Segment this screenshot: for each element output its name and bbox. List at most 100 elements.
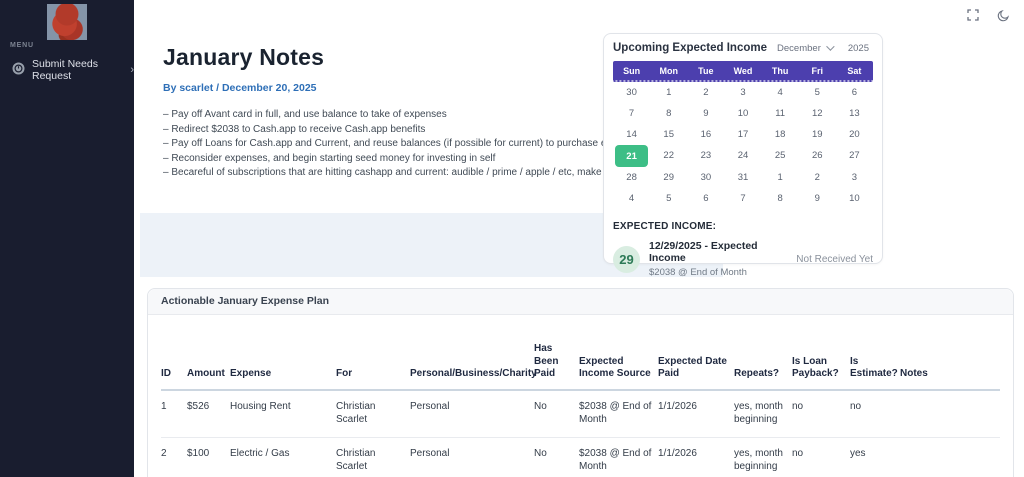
calendar-day[interactable]: 16 <box>687 124 724 145</box>
calendar-day[interactable]: 4 <box>613 188 650 209</box>
upcoming-income-widget: Upcoming Expected Income December 2025 S… <box>603 33 883 264</box>
table-cell: yes, month beginning <box>734 390 792 438</box>
calendar-day[interactable]: 27 <box>836 145 873 166</box>
calendar-day[interactable]: 2 <box>687 82 724 103</box>
column-header: Expected Date Paid <box>658 315 734 390</box>
calendar-day[interactable]: 8 <box>762 188 799 209</box>
menu-label: MENU <box>10 42 34 49</box>
calendar-day[interactable]: 7 <box>613 103 650 124</box>
calendar-day[interactable]: 13 <box>836 103 873 124</box>
table-cell: no <box>792 390 850 438</box>
table-cell: $100 <box>187 437 230 477</box>
calendar-day[interactable]: 20 <box>836 124 873 145</box>
calendar-day[interactable]: 8 <box>650 103 687 124</box>
table-cell: No <box>534 390 579 438</box>
column-header: Is Estimate? <box>850 315 900 390</box>
income-amount: $2038 @ End of Month <box>649 267 796 278</box>
table-cell: Electric / Gas <box>230 437 336 477</box>
chevron-right-icon: › <box>130 64 134 76</box>
calendar-day[interactable]: 3 <box>836 167 873 188</box>
calendar-day[interactable]: 24 <box>724 145 761 166</box>
sidebar: MENU Submit Needs Request › <box>0 0 134 477</box>
calendar-day[interactable]: 14 <box>613 124 650 145</box>
sidebar-item-submit-needs-request[interactable]: Submit Needs Request › <box>0 60 134 80</box>
topbar-actions <box>967 9 1010 22</box>
fullscreen-icon[interactable] <box>967 9 979 22</box>
expected-income-item[interactable]: 29 12/29/2025 - Expected Income $2038 @ … <box>613 240 873 278</box>
column-header: Repeats? <box>734 315 792 390</box>
calendar-title: Upcoming Expected Income <box>613 42 777 54</box>
day-header-mon: Mon <box>650 66 687 76</box>
expense-plan-body: IDAmountExpenseForPersonal/Business/Char… <box>148 315 1013 477</box>
calendar-day[interactable]: 11 <box>762 103 799 124</box>
calendar-day[interactable]: 28 <box>613 167 650 188</box>
calendar-day[interactable]: 5 <box>799 82 836 103</box>
column-header: Is Loan Payback? <box>792 315 850 390</box>
dark-mode-moon-icon[interactable] <box>997 9 1010 22</box>
calendar-day[interactable]: 9 <box>687 103 724 124</box>
chevron-down-icon <box>826 42 834 50</box>
calendar-day[interactable]: 17 <box>724 124 761 145</box>
sidebar-item-label: Submit Needs Request <box>32 58 119 82</box>
table-cell: yes, month beginning <box>734 437 792 477</box>
table-cell: 1 <box>161 390 187 438</box>
calendar-day[interactable]: 1 <box>762 167 799 188</box>
table-cell: no <box>792 437 850 477</box>
calendar-day[interactable]: 3 <box>724 82 761 103</box>
calendar-day[interactable]: 25 <box>762 145 799 166</box>
calendar-header: Upcoming Expected Income December 2025 <box>613 42 873 54</box>
table-header-row: IDAmountExpenseForPersonal/Business/Char… <box>161 315 1000 390</box>
calendar-day[interactable]: 18 <box>762 124 799 145</box>
table-cell: 1/1/2026 <box>658 390 734 438</box>
table-cell: $2038 @ End of Month <box>579 390 658 438</box>
calendar-day[interactable]: 4 <box>762 82 799 103</box>
table-row: 1$526Housing RentChristian ScarletPerson… <box>161 390 1000 438</box>
calendar-day[interactable]: 7 <box>724 188 761 209</box>
calendar-day[interactable]: 31 <box>724 167 761 188</box>
calendar-day[interactable]: 6 <box>836 82 873 103</box>
calendar-day[interactable]: 1 <box>650 82 687 103</box>
expense-plan-card: Actionable January Expense Plan IDAmount… <box>147 288 1014 477</box>
calendar-day[interactable]: 6 <box>687 188 724 209</box>
column-header: Amount <box>187 315 230 390</box>
calendar-day[interactable]: 21 <box>615 145 648 167</box>
calendar-grid: 3012345678910111213141516171819202122232… <box>613 82 873 209</box>
calendar-day[interactable]: 19 <box>799 124 836 145</box>
table-row: 2$100Electric / GasChristian ScarletPers… <box>161 437 1000 477</box>
table-cell: Christian Scarlet <box>336 390 410 438</box>
column-header: Expense <box>230 315 336 390</box>
income-day-badge: 29 <box>613 246 640 273</box>
needs-request-icon <box>12 62 25 78</box>
income-details: 12/29/2025 - Expected Income $2038 @ End… <box>649 240 796 278</box>
calendar-day[interactable]: 15 <box>650 124 687 145</box>
day-header-tue: Tue <box>687 66 724 76</box>
calendar-day[interactable]: 10 <box>836 188 873 209</box>
month-select[interactable]: December <box>777 43 832 54</box>
table-cell: $526 <box>187 390 230 438</box>
calendar-day[interactable]: 29 <box>650 167 687 188</box>
column-header: For <box>336 315 410 390</box>
calendar-day[interactable]: 9 <box>799 188 836 209</box>
calendar-day[interactable]: 5 <box>650 188 687 209</box>
table-cell: Personal <box>410 437 534 477</box>
month-select-value: December <box>777 43 821 54</box>
expense-plan-title: Actionable January Expense Plan <box>148 289 1013 315</box>
calendar-day[interactable]: 22 <box>650 145 687 166</box>
calendar-day[interactable]: 10 <box>724 103 761 124</box>
calendar-day[interactable]: 23 <box>687 145 724 166</box>
table-cell: Personal <box>410 390 534 438</box>
site-logo[interactable] <box>47 4 87 40</box>
year-select[interactable]: 2025 <box>848 43 869 54</box>
calendar-day[interactable]: 30 <box>613 82 650 103</box>
table-cell: No <box>534 437 579 477</box>
calendar-day[interactable]: 30 <box>687 167 724 188</box>
table-cell: 1/1/2026 <box>658 437 734 477</box>
day-header-sun: Sun <box>613 66 650 76</box>
table-cell <box>900 437 1000 477</box>
table-cell: no <box>850 390 900 438</box>
calendar-day[interactable]: 12 <box>799 103 836 124</box>
table-cell: 2 <box>161 437 187 477</box>
calendar-day[interactable]: 26 <box>799 145 836 166</box>
income-status: Not Received Yet <box>796 254 873 265</box>
calendar-day[interactable]: 2 <box>799 167 836 188</box>
